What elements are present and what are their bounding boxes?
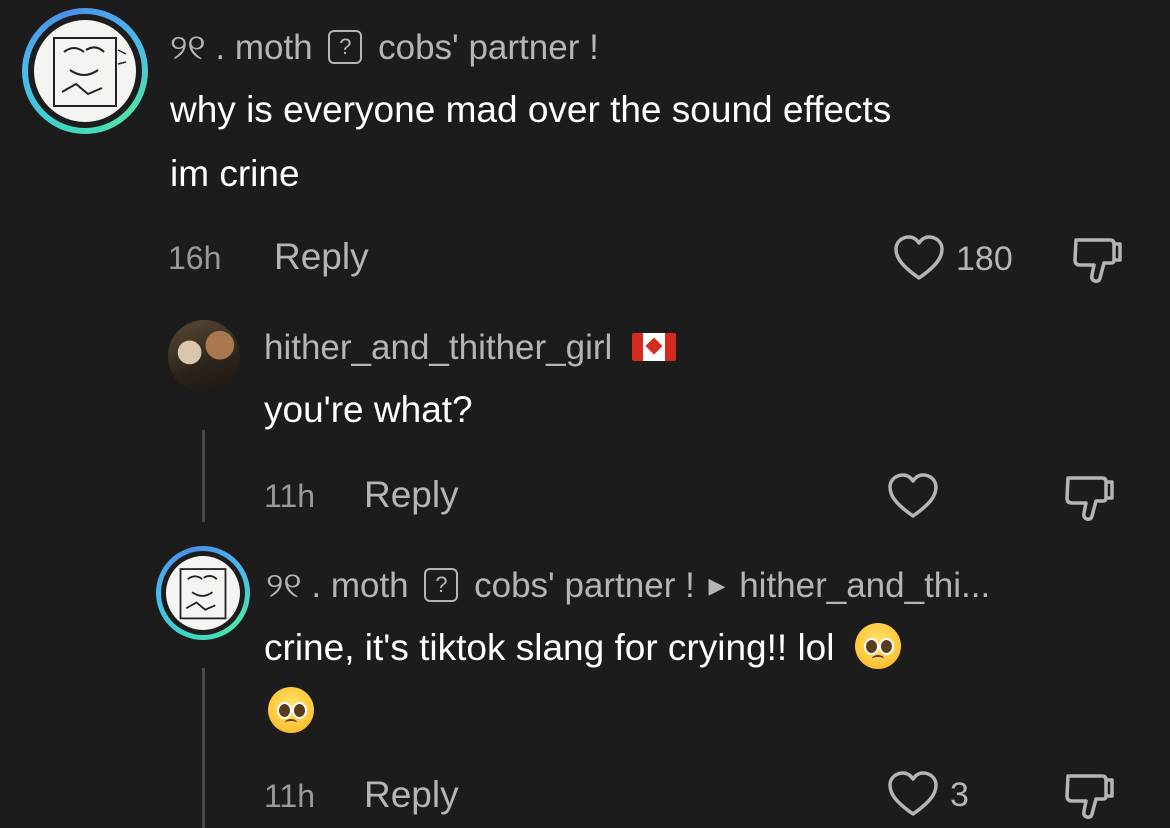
- reply-button[interactable]: Reply: [274, 236, 369, 278]
- caret-right-icon: ▶: [708, 573, 726, 598]
- reply-to-username[interactable]: hither_and_thi...: [739, 566, 990, 605]
- timestamp: 11h: [264, 778, 316, 814]
- thread-line: [202, 430, 205, 522]
- comment-line-text: crine, it's tiktok slang for crying!! lo…: [264, 627, 835, 668]
- avatar[interactable]: [22, 8, 148, 134]
- heart-icon[interactable]: [892, 234, 946, 284]
- comment-line: [264, 680, 901, 744]
- like-count: 180: [956, 240, 1013, 278]
- username[interactable]: ୨୧ . moth: [170, 28, 313, 67]
- username[interactable]: ୨୧ . moth: [266, 566, 409, 605]
- like-count: 3: [950, 776, 969, 814]
- timestamp: 11h: [264, 478, 316, 514]
- comment-line: why is everyone mad over the sound effec…: [170, 89, 892, 130]
- comment-line: crine, it's tiktok slang for crying!! lo…: [264, 616, 901, 680]
- avatar[interactable]: [156, 546, 250, 640]
- comment-text: crine, it's tiktok slang for crying!! lo…: [264, 616, 901, 744]
- badge-text: cobs' partner !: [378, 28, 599, 67]
- dislike-icon[interactable]: [1062, 770, 1118, 822]
- avatar[interactable]: [168, 320, 240, 392]
- pleading-face-icon: [268, 687, 314, 734]
- comment-text: you're what?: [264, 378, 473, 442]
- question-box-icon: ?: [328, 29, 363, 64]
- thread-line: [202, 668, 205, 828]
- reply-button[interactable]: Reply: [364, 474, 459, 516]
- comment-line: im crine: [170, 153, 300, 194]
- badge-text: cobs' partner !: [474, 566, 695, 605]
- comment-text: why is everyone mad over the sound effec…: [170, 78, 891, 206]
- comment-line: you're what?: [264, 389, 473, 430]
- heart-icon[interactable]: [886, 770, 940, 820]
- dislike-icon[interactable]: [1062, 472, 1118, 524]
- heart-icon[interactable]: [886, 472, 940, 522]
- dislike-icon[interactable]: [1070, 234, 1126, 286]
- username-line: hither_and_thither_girl: [264, 328, 677, 368]
- reply-button[interactable]: Reply: [364, 774, 459, 816]
- username-line: ୨୧ . moth ? cobs' partner ! ▶ hither_and…: [266, 566, 990, 606]
- username[interactable]: hither_and_thither_girl: [264, 328, 612, 367]
- pleading-face-icon: [854, 623, 901, 670]
- username-line: ୨୧ . moth ? cobs' partner !: [170, 28, 599, 68]
- question-box-icon: ?: [424, 567, 459, 602]
- timestamp: 16h: [168, 240, 222, 276]
- canada-flag-icon: [632, 332, 677, 361]
